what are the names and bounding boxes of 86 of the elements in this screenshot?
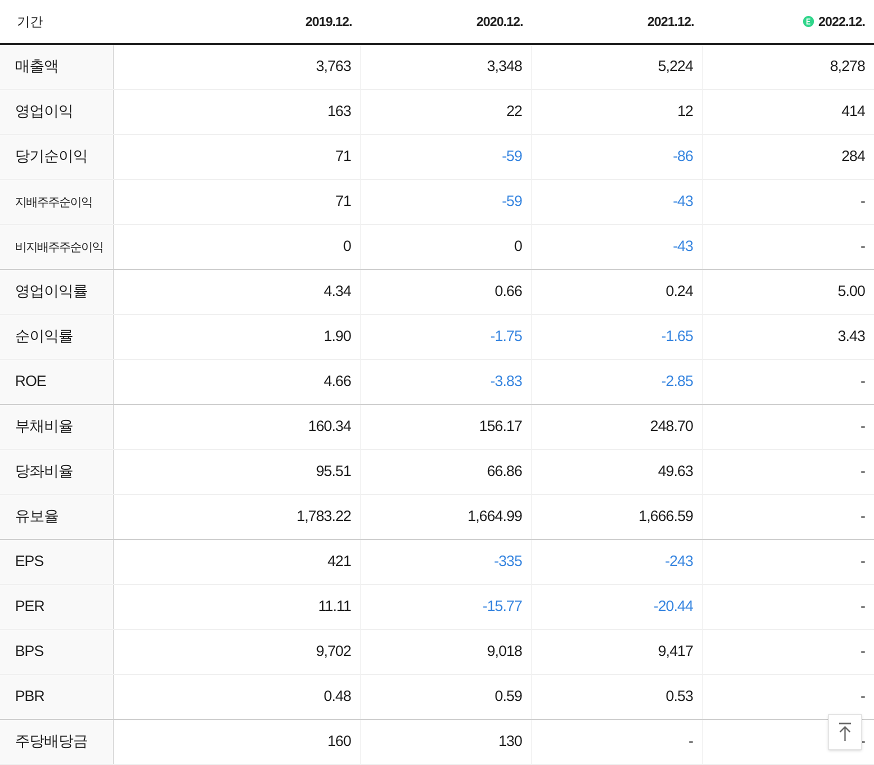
table-cell-text: 3.43 (836, 326, 866, 347)
table-cell-text: - (860, 372, 866, 392)
table-cell: 163 (114, 90, 361, 134)
table-cell: 156.17 (361, 405, 532, 449)
row-label: 영업이익 (0, 90, 114, 134)
table-cell: 11.11 (114, 585, 361, 629)
table-cell: 9,702 (114, 630, 361, 674)
row-label: 유보율 (0, 495, 114, 539)
table-cell: -20.44 (532, 585, 703, 629)
table-cell: -86 (532, 135, 703, 179)
table-cell: 0 (361, 225, 532, 269)
table-cell: -43 (532, 225, 703, 269)
scroll-to-top-button[interactable] (828, 714, 862, 750)
column-header: 2019.12. (305, 12, 352, 31)
row-label: PBR (0, 675, 114, 719)
table-cell: -15.77 (361, 585, 532, 629)
table-cell: 66.86 (361, 450, 532, 494)
table-cell-text: - (860, 236, 866, 257)
column-header: 2021.12. (647, 12, 694, 31)
table-cell: -3.83 (361, 360, 532, 404)
row-label: 주당배당금 (0, 720, 114, 764)
table-cell: 130 (361, 720, 532, 764)
table-cell: 4.34 (114, 270, 361, 314)
table-cell: -1.65 (532, 315, 703, 359)
row-label: 당좌비율 (0, 450, 114, 494)
table-cell: 248.70 (532, 405, 703, 449)
table-cell: -59 (361, 135, 532, 179)
table-cell: 0.59 (361, 675, 532, 719)
table-cell: 1,666.59 (532, 495, 703, 539)
table-cell: 12 (532, 90, 703, 134)
table-cell: - (532, 720, 703, 764)
table-cell-text: 5.00 (836, 282, 866, 302)
table-cell: 5,224 (532, 45, 703, 89)
table-cell-text: 8,278 (828, 56, 866, 77)
table-cell: 160.34 (114, 405, 361, 449)
table-cell: -1.75 (361, 315, 532, 359)
row-label: 당기순이익 (0, 135, 114, 179)
row-label: BPS (0, 630, 114, 674)
row-label: 영업이익률 (0, 270, 114, 314)
table-cell: 9,018 (361, 630, 532, 674)
table-cell: 1,664.99 (361, 495, 532, 539)
table-cell-text: - (860, 462, 866, 482)
table-cell: 9,417 (532, 630, 703, 674)
table-cell-text: - (860, 416, 866, 437)
table-cell-text: - (860, 642, 866, 662)
table-cell: 71 (114, 135, 361, 179)
row-label: 지배주주순이익 (0, 180, 114, 224)
table-cell: 22 (361, 90, 532, 134)
row-label: 비지배주주순이익 (0, 225, 114, 269)
row-label: 매출액 (0, 45, 114, 89)
row-label: ROE (0, 360, 114, 404)
table-cell: 3,348 (361, 45, 532, 89)
row-label: 순이익률 (0, 315, 114, 359)
table-cell: 0 (114, 225, 361, 269)
table-cell: 71 (114, 180, 361, 224)
table-cell: 1,783.22 (114, 495, 361, 539)
table-cell: 49.63 (532, 450, 703, 494)
column-header: 2020.12. (476, 12, 523, 31)
table-cell: 3,763 (114, 45, 361, 89)
row-label: 부채비율 (0, 405, 114, 449)
arrow-up-icon (838, 722, 852, 742)
table-cell-text: - (860, 192, 866, 212)
table-cell: 0.53 (532, 675, 703, 719)
row-label: EPS (0, 540, 114, 584)
table-cell: 0.48 (114, 675, 361, 719)
table-cell-text: - (860, 686, 866, 707)
table-cell-text: - (860, 552, 866, 572)
table-cell: 4.66 (114, 360, 361, 404)
table-cell: 160 (114, 720, 361, 764)
table-cell: 0.24 (532, 270, 703, 314)
table-cell: 0.66 (361, 270, 532, 314)
row-label: PER (0, 585, 114, 629)
table-cell: 95.51 (114, 450, 361, 494)
table-cell-text: - (860, 506, 866, 527)
table-cell: -59 (361, 180, 532, 224)
table-cell-text: 414 (840, 102, 866, 122)
table-cell: -2.85 (532, 360, 703, 404)
table-cell-text: - (860, 596, 866, 617)
table-cell-text: 284 (840, 146, 866, 167)
column-header: 2022.12. (818, 12, 865, 31)
table-cell: 1.90 (114, 315, 361, 359)
table-cell: 421 (114, 540, 361, 584)
table-cell: -243 (532, 540, 703, 584)
table-cell: -43 (532, 180, 703, 224)
table-cell: -335 (361, 540, 532, 584)
column-header: 기간 (16, 12, 44, 31)
